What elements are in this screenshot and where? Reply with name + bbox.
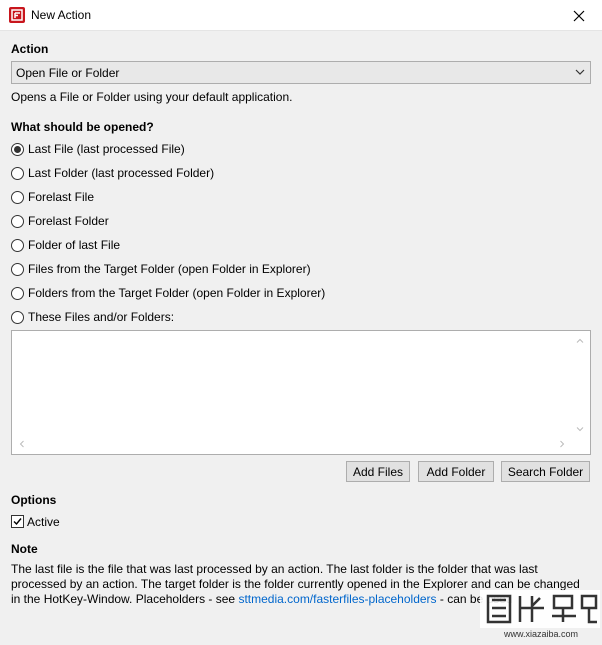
- app-logo-icon: [9, 7, 25, 23]
- radio-label: Folder of last File: [28, 238, 121, 252]
- scroll-up-icon[interactable]: [576, 337, 584, 345]
- radio-button[interactable]: [11, 286, 24, 300]
- action-dropdown-value: Open File or Folder: [16, 66, 120, 80]
- add-folder-button[interactable]: Add Folder: [418, 461, 494, 482]
- radio-label: Folders from the Target Folder (open Fol…: [28, 286, 326, 300]
- radio-label: Last Folder (last processed Folder): [28, 166, 215, 180]
- scroll-down-icon[interactable]: [576, 425, 584, 433]
- checkmark-icon: [13, 518, 22, 526]
- open-section-label: What should be opened?: [11, 120, 154, 134]
- close-button[interactable]: [556, 0, 602, 31]
- scroll-left-icon[interactable]: [18, 440, 26, 448]
- chevron-down-icon: [575, 69, 585, 75]
- action-section-label: Action: [11, 42, 49, 56]
- title-bar: New Action: [0, 0, 602, 31]
- close-icon: [573, 10, 585, 21]
- active-label: Active: [27, 515, 60, 529]
- radio-label: Forelast File: [28, 190, 95, 204]
- radio-button[interactable]: [11, 214, 24, 228]
- radio-last-file[interactable]: Last File (last processed File): [11, 141, 185, 157]
- watermark-logo: www.xiazaiba.com: [478, 586, 602, 642]
- search-folder-button[interactable]: Search Folder: [501, 461, 590, 482]
- options-section-label: Options: [11, 493, 57, 507]
- radio-label: Forelast Folder: [28, 214, 109, 228]
- radio-folder-of-last-file[interactable]: Folder of last File: [11, 237, 120, 253]
- radio-button[interactable]: [11, 166, 24, 180]
- radio-label: Last File (last processed File): [28, 142, 185, 156]
- radio-button[interactable]: [11, 310, 24, 324]
- radio-forelast-folder[interactable]: Forelast Folder: [11, 213, 109, 229]
- note-section-label: Note: [11, 542, 38, 556]
- watermark-url: www.xiazaiba.com: [504, 629, 579, 639]
- action-description: Opens a File or Folder using your defaul…: [11, 90, 293, 104]
- paths-textarea[interactable]: [11, 330, 591, 455]
- radio-label: These Files and/or Folders:: [28, 310, 175, 324]
- radio-button[interactable]: [11, 142, 24, 156]
- radio-folders-from-target-folder[interactable]: Folders from the Target Folder (open Fol…: [11, 285, 325, 301]
- radio-button[interactable]: [11, 262, 24, 276]
- radio-last-folder[interactable]: Last Folder (last processed Folder): [11, 165, 214, 181]
- radio-forelast-file[interactable]: Forelast File: [11, 189, 94, 205]
- radio-button[interactable]: [11, 190, 24, 204]
- window-title: New Action: [31, 8, 92, 22]
- radio-these-files-folders[interactable]: These Files and/or Folders:: [11, 309, 174, 325]
- add-files-button[interactable]: Add Files: [346, 461, 410, 482]
- scroll-right-icon[interactable]: [558, 440, 566, 448]
- radio-label: Files from the Target Folder (open Folde…: [28, 262, 311, 276]
- radio-files-from-target-folder[interactable]: Files from the Target Folder (open Folde…: [11, 261, 311, 277]
- action-dropdown[interactable]: Open File or Folder: [11, 61, 591, 84]
- placeholders-link[interactable]: sttmedia.com/fasterfiles-placeholders: [238, 592, 436, 606]
- radio-button[interactable]: [11, 238, 24, 252]
- active-checkbox[interactable]: [11, 515, 24, 528]
